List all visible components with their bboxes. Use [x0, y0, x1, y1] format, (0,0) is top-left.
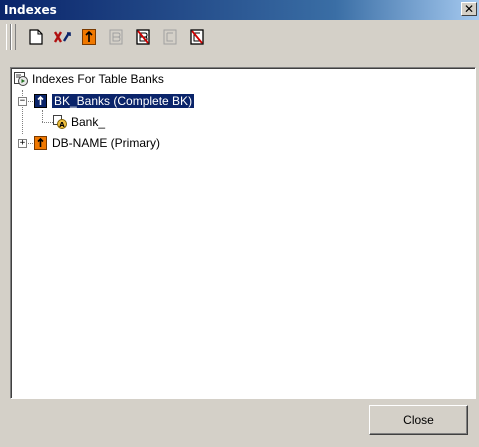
toolbar-grip: [11, 24, 16, 50]
delete-index-button[interactable]: [52, 27, 72, 47]
new-document-icon: [29, 29, 43, 45]
tree-item-db-name[interactable]: DB-NAME (Primary): [34, 135, 160, 151]
key-up-icon: [34, 94, 47, 108]
delete-index-icon: [53, 31, 71, 43]
collapse-toggle[interactable]: −: [18, 97, 27, 106]
toolbar: [0, 20, 479, 66]
primary-index-button[interactable]: [79, 27, 99, 47]
window-title: Indexes: [4, 3, 57, 17]
expand-toggle[interactable]: +: [18, 139, 27, 148]
tree-root[interactable]: Indexes For Table Banks: [14, 71, 164, 87]
add-field-button[interactable]: [106, 27, 126, 47]
indexes-icon: [14, 72, 28, 86]
primary-key-icon: [82, 29, 96, 45]
tree-connector: [42, 122, 53, 123]
add-field-button-2[interactable]: [160, 27, 180, 47]
primary-key-icon: [34, 136, 47, 150]
window-close-button[interactable]: ✕: [461, 2, 477, 16]
index-tree[interactable]: Indexes For Table Banks − BK_Banks (Comp…: [10, 67, 476, 399]
svg-text:A: A: [59, 121, 65, 129]
tree-child-bank[interactable]: A Bank_: [53, 114, 105, 130]
remove-field-icon: [190, 29, 204, 45]
tree-item-label: BK_Banks (Complete BK): [50, 93, 196, 109]
tree-item-bk-banks[interactable]: BK_Banks (Complete BK): [34, 93, 196, 109]
remove-field-icon: [136, 29, 150, 45]
remove-field-button-2[interactable]: [187, 27, 207, 47]
title-bar: Indexes ✕: [0, 0, 479, 20]
field-icon: [109, 29, 123, 45]
new-index-button[interactable]: [26, 27, 46, 47]
field-icon: [163, 29, 177, 45]
tree-item-label: DB-NAME (Primary): [52, 136, 160, 150]
tree-root-label: Indexes For Table Banks: [32, 72, 164, 86]
tree-connector: [42, 110, 43, 122]
remove-field-button[interactable]: [133, 27, 153, 47]
close-button[interactable]: Close: [369, 405, 468, 435]
tree-child-label: Bank_: [71, 115, 106, 129]
field-a-icon: A: [53, 115, 67, 129]
